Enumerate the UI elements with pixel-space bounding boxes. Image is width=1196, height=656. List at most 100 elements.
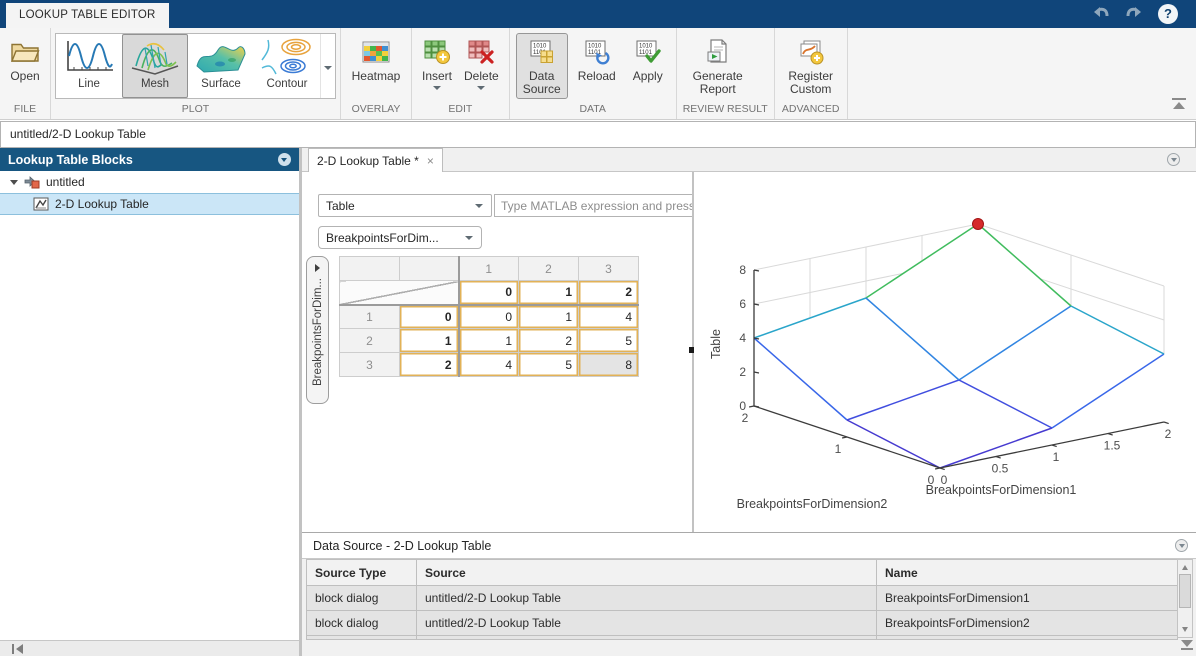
generate-report-button[interactable]: Generate Report	[683, 33, 753, 99]
col-header: 1	[459, 257, 519, 281]
left-panel-title: Lookup Table Blocks	[0, 153, 278, 167]
row-breakpoint-cell[interactable]: 0	[400, 305, 459, 329]
delete-button[interactable]: Delete	[460, 33, 503, 93]
tree-item-untitled[interactable]: untitled	[0, 171, 299, 193]
ribbon-group-review-result: Generate Report REVIEW RESULT	[677, 28, 775, 119]
svg-text:0.5: 0.5	[992, 462, 1009, 476]
table-value-cell[interactable]: 5	[519, 353, 579, 377]
table-value-cell[interactable]: 5	[579, 329, 639, 353]
svg-text:1.5: 1.5	[1104, 439, 1121, 453]
col-breakpoint-cell[interactable]: 2	[579, 281, 639, 305]
mesh-plot: 00.511.5201202468BreakpointsForDimension…	[694, 194, 1196, 532]
svg-text:1010: 1010	[588, 44, 602, 50]
insert-table-icon	[423, 36, 451, 68]
svg-text:0: 0	[739, 399, 746, 413]
vertical-scrollbar[interactable]	[1177, 559, 1193, 638]
group-label-plot: PLOT	[51, 103, 340, 119]
plot-type-surface[interactable]: Surface	[188, 34, 254, 98]
mesh-plot-icon	[126, 37, 184, 77]
column-header[interactable]: Source Type	[307, 560, 417, 586]
collapse-panel-icon[interactable]	[1175, 539, 1188, 552]
ribbon-group-file: Open FILE	[0, 28, 51, 119]
tab-lookup-table-editor[interactable]: LOOKUP TABLE EDITOR	[6, 3, 169, 28]
breadcrumb[interactable]: untitled/2-D Lookup Table	[0, 121, 1196, 148]
spreadsheet-panel: Table BreakpointsForDim... BreakpointsFo…	[302, 172, 692, 532]
column-header[interactable]: Name	[877, 560, 1178, 586]
group-label-overlay: OVERLAY	[341, 103, 411, 119]
data-source-panel: Data Source - 2-D Lookup Table Source Ty…	[302, 532, 1196, 656]
table-row-partial	[307, 636, 1178, 640]
collapse-bottom-icon[interactable]	[1179, 638, 1195, 652]
svg-text:2: 2	[739, 365, 746, 379]
table-value-cell[interactable]: 0	[459, 305, 519, 329]
plot-type-mesh[interactable]: Mesh	[122, 34, 188, 98]
svg-text:1010: 1010	[639, 44, 653, 50]
svg-text:2: 2	[1165, 427, 1172, 441]
row-breakpoint-cell[interactable]: 1	[400, 329, 459, 353]
plot-type-contour[interactable]: Contour	[254, 34, 320, 98]
undo-icon[interactable]	[1094, 7, 1107, 17]
heatmap-button[interactable]: Heatmap	[347, 33, 405, 86]
register-custom-button[interactable]: Register Custom	[781, 33, 841, 99]
apply-button[interactable]: 1010 1101 Apply	[626, 33, 670, 86]
lookup-table-grid: 1 2 3 0 1 2 1 0 0 1 4 2 1 1 2 5 3 2 4 5	[339, 256, 639, 377]
open-button[interactable]: Open	[6, 33, 44, 86]
matlab-expression-input[interactable]	[494, 194, 692, 217]
scrollbar-thumb[interactable]	[1179, 574, 1191, 608]
gallery-dropdown-button[interactable]	[320, 34, 335, 98]
table-row[interactable]: block dialog untitled/2-D Lookup Table B…	[307, 611, 1178, 636]
collapse-panel-icon[interactable]	[278, 153, 291, 166]
breadcrumb-path: untitled/2-D Lookup Table	[1, 122, 1195, 147]
col-header: 2	[519, 257, 579, 281]
collapse-document-area-icon[interactable]	[1167, 153, 1180, 166]
apply-icon: 1010 1101	[635, 36, 661, 68]
table-row: 1 0 0 1 4	[340, 305, 639, 329]
redo-icon[interactable]	[1128, 7, 1141, 17]
line-plot-icon	[60, 37, 118, 77]
column-header[interactable]: Source	[417, 560, 877, 586]
collapse-left-icon[interactable]	[10, 643, 26, 655]
table-row[interactable]: block dialog untitled/2-D Lookup Table B…	[307, 586, 1178, 611]
col-breakpoint-cell[interactable]: 1	[519, 281, 579, 305]
contour-plot-icon	[258, 37, 316, 77]
chevron-down-icon	[433, 86, 441, 90]
tree-item-2d-lookup-table[interactable]: 2-D Lookup Table	[0, 193, 299, 215]
folder-icon	[10, 36, 40, 68]
scroll-down-icon[interactable]	[1182, 627, 1188, 632]
table-value-cell[interactable]: 2	[519, 329, 579, 353]
close-tab-icon[interactable]: ×	[427, 154, 434, 168]
tab-2d-lookup-table[interactable]: 2-D Lookup Table * ×	[308, 148, 443, 172]
table-value-cell[interactable]: 1	[519, 305, 579, 329]
table-selector-dropdown[interactable]: Table	[318, 194, 492, 217]
help-icon[interactable]: ?	[1158, 4, 1178, 24]
table-row: 2 1 1 2 5	[340, 329, 639, 353]
row-breakpoint-cell[interactable]: 2	[400, 353, 459, 377]
document-tab-bar: 2-D Lookup Table * ×	[302, 148, 1196, 172]
selected-table-value-cell[interactable]: 8	[579, 353, 639, 377]
undo-redo-icons[interactable]	[1088, 4, 1148, 24]
collapse-ribbon-icon[interactable]	[1168, 96, 1190, 112]
surface-plot-icon	[192, 37, 250, 77]
left-panel-header: Lookup Table Blocks	[0, 148, 299, 171]
data-source-icon: 1010 1101	[529, 36, 555, 68]
svg-text:8: 8	[739, 263, 746, 277]
group-label-advanced: ADVANCED	[775, 103, 847, 119]
chevron-down-icon	[324, 66, 332, 70]
table-value-cell[interactable]: 4	[579, 305, 639, 329]
table-value-cell[interactable]: 1	[459, 329, 519, 353]
table-value-cell[interactable]: 4	[459, 353, 519, 377]
insert-button[interactable]: Insert	[418, 33, 456, 93]
svg-text:1010: 1010	[533, 44, 547, 50]
ribbon-group-plot: Line Mesh	[51, 28, 341, 119]
diagonal-corner-cell	[340, 281, 459, 305]
table-row: 3 2 4 5 8	[340, 353, 639, 377]
tree-expander-icon[interactable]	[10, 180, 18, 185]
plot-type-line[interactable]: Line	[56, 34, 122, 98]
col-breakpoint-cell[interactable]: 0	[459, 281, 519, 305]
collapsed-breakpoints-panel[interactable]: BreakpointsForDim...	[306, 256, 329, 404]
breakpoint-selector-dropdown[interactable]: BreakpointsForDim...	[318, 226, 482, 249]
scroll-up-icon[interactable]	[1182, 565, 1188, 570]
reload-button[interactable]: 1010 1101 Reload	[572, 33, 622, 86]
data-source-button[interactable]: 1010 1101 Data Source	[516, 33, 568, 99]
expand-panel-icon[interactable]	[315, 264, 320, 272]
